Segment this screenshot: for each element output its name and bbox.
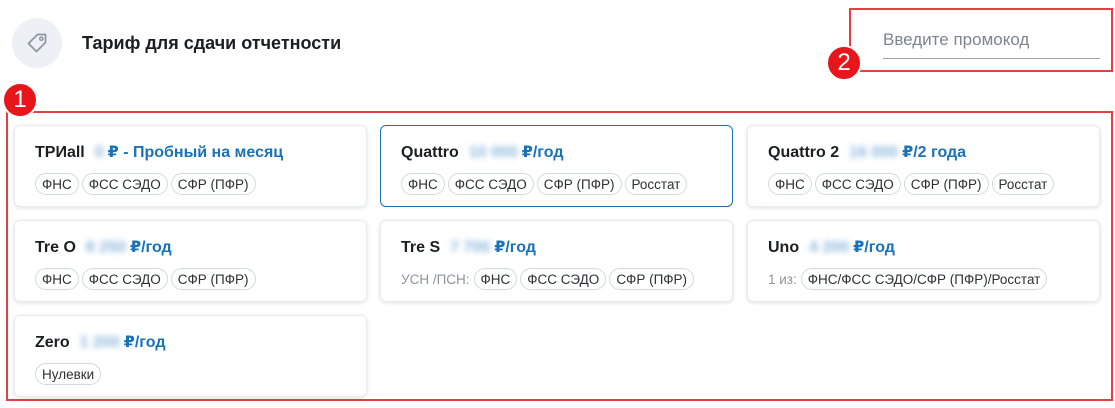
tariff-price-blurred: 0 (94, 144, 104, 161)
promo-code-input[interactable] (883, 28, 1100, 59)
tariff-card-title: Tre S 7 700 ₽/год (401, 237, 536, 257)
tariff-card-title: ТРИall 0 ₽ - Пробный на месяц (35, 142, 283, 162)
report-recipient-tag: Росстат (991, 173, 1055, 195)
report-recipient-tag: СФР (ПФР) (903, 173, 989, 195)
report-recipient-tag: ФНС (35, 268, 79, 290)
report-recipient-tag: ФСС СЭДО (447, 173, 534, 195)
tariff-card[interactable]: Quattro 10 000 ₽/год ФНС ФСС СЭДО СФР (ПФР) Ро… (380, 125, 733, 207)
tariff-tags: ФНС ФСС СЭДО СФР (ПФР) Росстат (768, 173, 1055, 195)
report-recipient-tag: ФНС (768, 173, 812, 195)
report-recipient-tag: ФСС СЭДО (520, 268, 607, 290)
annotation-marker-1: 1 (2, 82, 38, 118)
tariff-card[interactable]: Zero 1 200 ₽/год Нулевки (14, 315, 367, 397)
tariff-price-blurred: 7 700 (450, 239, 491, 256)
header-icon-circle (12, 18, 62, 68)
tariff-price-period: ₽/год (853, 239, 895, 256)
report-recipient-tag: ФНС (401, 173, 445, 195)
annotation-marker-2: 2 (826, 45, 862, 81)
tariff-tags: ФНС ФСС СЭДО СФР (ПФР) (35, 268, 256, 290)
tariff-name: Uno (768, 239, 800, 256)
tariff-name: ТРИall (35, 144, 85, 161)
tariff-name: Quattro (401, 144, 459, 161)
tariff-tags-prefix: УСН /ПСН: (401, 271, 470, 287)
tariff-card[interactable]: Tre O 8 250 ₽/год ФНС ФСС СЭДО СФР (ПФР) (14, 220, 367, 302)
report-recipient-tag: СФР (ПФР) (536, 173, 622, 195)
tariff-price-blurred: 16 000 (849, 144, 899, 161)
report-recipient-tag: ФСС СЭДО (81, 268, 168, 290)
tariff-card-title: Quattro 2 16 000 ₽/2 года (768, 142, 966, 162)
tariff-tags-prefix: 1 из: (768, 271, 797, 287)
tariff-price-period: ₽/год (521, 144, 564, 161)
tariff-card[interactable]: Uno 4 200 ₽/год 1 из: ФНС/ФСС СЭДО/СФР (ПФР)… (747, 220, 1100, 302)
tariff-name: Tre S (401, 239, 441, 256)
tariff-price-period: ₽/год (129, 239, 172, 256)
report-recipient-tag: ФНС/ФСС СЭДО/СФР (ПФР)/Росстат (800, 268, 1048, 290)
tariff-tags: ФНС ФСС СЭДО СФР (ПФР) Росстат (401, 173, 688, 195)
tariff-tags: ФНС ФСС СЭДО СФР (ПФР) (35, 173, 256, 195)
tariff-tags: 1 из: ФНС/ФСС СЭДО/СФР (ПФР)/Росстат (768, 268, 1048, 290)
report-recipient-tag: ФНС (35, 173, 79, 195)
tariff-price-blurred: 1 200 (79, 334, 120, 351)
report-recipient-tag: ФНС (473, 268, 518, 290)
tariff-name: Zero (35, 334, 70, 351)
page-title: Тариф для сдачи отчетности (82, 33, 342, 53)
tariff-card[interactable]: ТРИall 0 ₽ - Пробный на месяц ФНС ФСС СЭДО СФ… (14, 125, 367, 207)
tariff-card[interactable]: Quattro 2 16 000 ₽/2 года ФНС ФСС СЭДО СФР (П… (747, 125, 1100, 207)
report-recipient-tag: Росстат (624, 173, 688, 195)
tariff-price-blurred: 4 200 (809, 239, 850, 256)
tariff-name: Tre O (35, 239, 76, 256)
tariff-card-title: Quattro 10 000 ₽/год (401, 142, 563, 162)
price-tag-icon (27, 33, 47, 53)
report-recipient-tag: ФСС СЭДО (81, 173, 168, 195)
tariff-card[interactable]: Tre S 7 700 ₽/год УСН /ПСН: ФНС ФСС СЭДО СФР (… (380, 220, 733, 302)
tariff-price-blurred: 10 000 (468, 144, 518, 161)
tariff-card-title: Uno 4 200 ₽/год (768, 237, 895, 257)
tariff-price-period: ₽/2 года (902, 144, 967, 161)
report-recipient-tag: СФР (ПФР) (170, 268, 256, 290)
report-recipient-tag: Нулевки (35, 363, 102, 385)
tariff-price-period: ₽ - Пробный на месяц (107, 144, 284, 161)
tariff-price-period: ₽/год (494, 239, 536, 256)
report-recipient-tag: ФСС СЭДО (814, 173, 901, 195)
tariff-card-title: Tre O 8 250 ₽/год (35, 237, 172, 257)
report-recipient-tag: СФР (ПФР) (609, 268, 695, 290)
tariff-card-title: Zero 1 200 ₽/год (35, 332, 165, 352)
report-recipient-tag: СФР (ПФР) (170, 173, 256, 195)
tariff-tags: УСН /ПСН: ФНС ФСС СЭДО СФР (ПФР) (401, 268, 695, 290)
tariff-tags: Нулевки (35, 363, 102, 385)
tariff-price-blurred: 8 250 (85, 239, 126, 256)
tariff-name: Quattro 2 (768, 144, 840, 161)
tariff-price-period: ₽/год (123, 334, 166, 351)
